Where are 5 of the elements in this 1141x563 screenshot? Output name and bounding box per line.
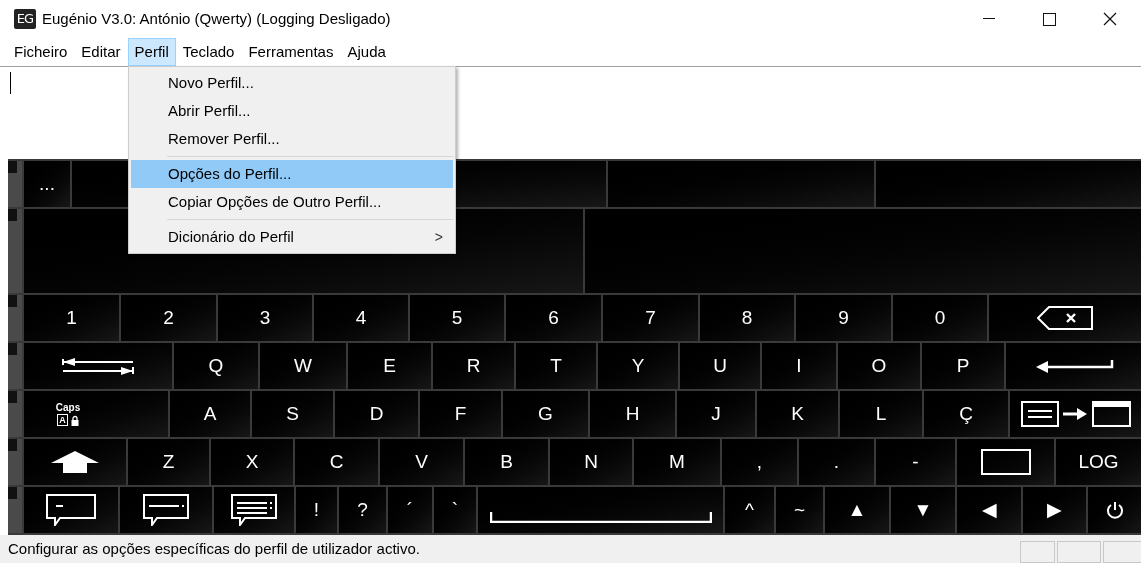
caps-badge: A [57, 414, 68, 426]
app-icon: EG [14, 9, 36, 29]
window-title: Eugénio V3.0: António (Qwerty) (Logging Desligado) [42, 8, 391, 29]
status-text: Configurar as opções específicas do perfil de utilizador activo. [8, 538, 420, 559]
submenu-arrow: > [434, 227, 443, 247]
